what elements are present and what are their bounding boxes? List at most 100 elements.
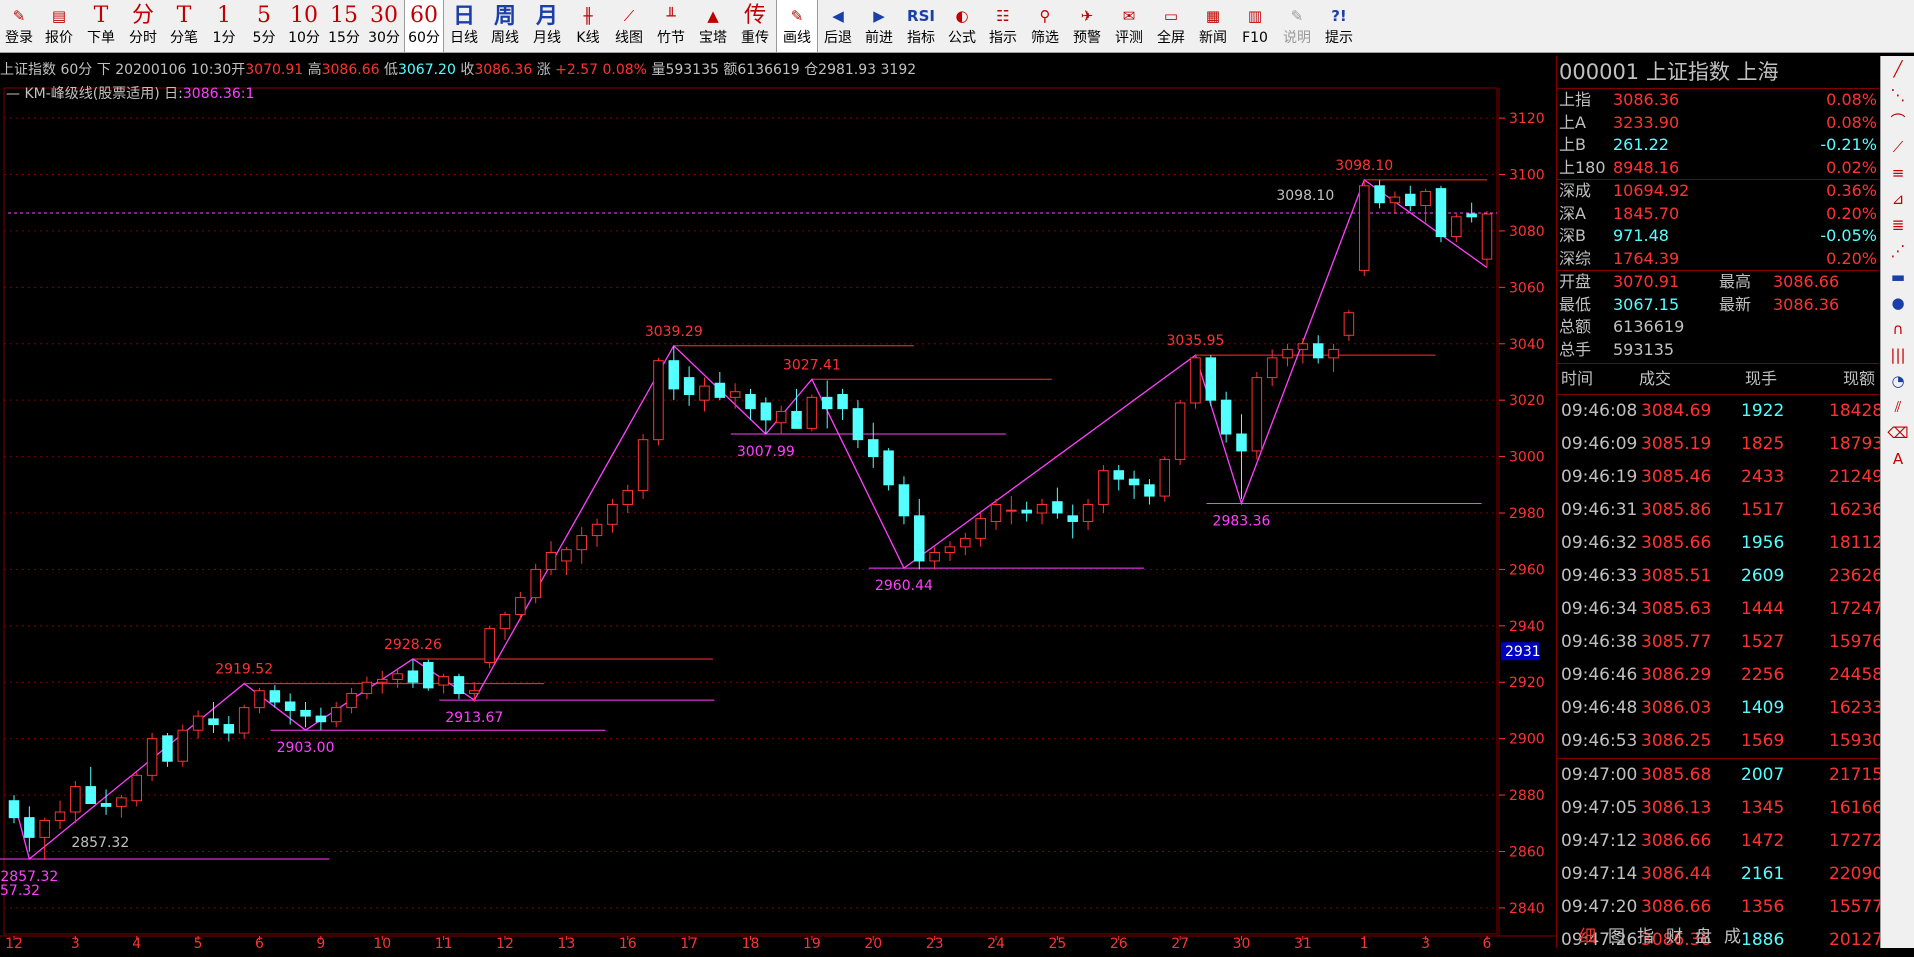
toolbar-line-button[interactable]: ⟋ 线图 [608,0,650,52]
candle-up [929,551,940,562]
trend-tool-icon[interactable]: ⟋ [1881,134,1914,160]
parallel-tool-icon[interactable]: ≡ [1881,160,1914,186]
candle-up [376,678,388,683]
panel-tab[interactable]: 细 [1579,927,1596,947]
tick-amount: 16236 [1829,500,1884,520]
toolbar-month-button[interactable]: 月月线 [526,0,568,52]
eraser-tool-icon[interactable]: ⌫ [1881,420,1914,446]
ray-tool-icon[interactable]: ⋱ [1881,82,1914,108]
toolbar-back-button[interactable]: ◀ 后退 [818,0,858,52]
toolbar-news-button[interactable]: ▦ 新闻 [1192,0,1234,52]
info-amt: 6136619 [737,62,800,78]
toolbar-kline-button[interactable]: ╫ K线 [568,0,608,52]
index-pct: 0.36% [1826,181,1877,200]
rect-tool-icon[interactable]: ▬ [1881,264,1914,290]
toolbar-rate-button[interactable]: ✉ 评测 [1108,0,1150,52]
arc-tool-icon[interactable]: ⌒ [1881,108,1914,134]
toolbar-tower-button[interactable]: ▲ 宝塔 [692,0,734,52]
toolbar-login-button[interactable]: ✎ 登录 [0,0,38,52]
fib-tool-icon[interactable]: ⊿ [1881,186,1914,212]
ticks-header: 时间 成交 现手 现额 [1557,364,1879,395]
panel-tab[interactable]: 图 [1608,927,1625,947]
candle-down [668,360,680,390]
toolbar-30min-button[interactable]: 30 30分 [364,0,404,52]
toolbar-bamboo-button[interactable]: ╨ 竹节 [650,0,692,52]
day-icon: 日 [452,3,475,29]
angle-tool-icon[interactable]: ⫽ [1881,394,1914,420]
panel-tab[interactable]: 成 [1724,927,1741,947]
candle-down [1236,433,1247,452]
toolbar-10min-button[interactable]: 10 10分 [284,0,324,52]
text-tool-icon[interactable]: A [1881,446,1914,472]
hands-label: 总手 [1559,339,1592,359]
toolbar-month-label: 月线 [533,30,561,46]
candle-up [1343,312,1355,336]
circle-tool-icon[interactable]: ● [1881,290,1914,316]
tick-vol: 2433 [1741,467,1785,487]
toolbar-quote-button[interactable]: ▤ 报价 [38,0,80,52]
tick-amount: 21715 [1829,765,1884,785]
toolbar-tick-button[interactable]: T 分笔 [164,0,204,52]
back-icon: ◀ [832,7,844,25]
toolbar-15min-button[interactable]: 15 15分 [324,0,364,52]
toolbar-day-button[interactable]: 日日线 [444,0,484,52]
y-tick-label: 2840 [1509,901,1545,917]
toolbar-reweight-button[interactable]: 传重传 [734,0,776,52]
toolbar-signal-button[interactable]: ☷ 指示 [982,0,1024,52]
toolbar-news-label: 新闻 [1199,30,1227,46]
panel-tab[interactable]: 盘 [1695,927,1712,947]
toolbar-timeshare-button[interactable]: 分分时 [122,0,164,52]
tick-row: 09:46:33 3085.51 2609 23626 [1557,560,1883,593]
candle-down [8,800,20,819]
index-row[interactable]: 深成 10694.92 0.36% [1557,179,1879,203]
candle-up [330,707,342,723]
toolbar-f10-button[interactable]: ▥ F10 [1234,0,1276,52]
tick-price: 3085.68 [1641,765,1712,785]
toolbar-week-button[interactable]: 周周线 [484,0,526,52]
toolbar-draw-button[interactable]: ✎ 画线 [776,0,818,52]
gann-tool-icon[interactable]: ◔ [1881,368,1914,394]
toolbar-1min-button[interactable]: 1 1分 [204,0,244,52]
candle-up [1174,402,1186,460]
toolbar-hint-button[interactable]: ?! 提示 [1318,0,1360,52]
index-row[interactable]: 上A 3233.90 0.08% [1557,112,1879,135]
candle-down [269,690,281,703]
tick-amount: 15930 [1829,731,1884,751]
arc2-tool-icon[interactable]: ∩ [1881,316,1914,342]
cycle-tool-icon[interactable]: ||| [1881,342,1914,368]
tick-row: 09:46:34 3085.63 1444 17247 [1557,593,1883,626]
toolbar-filter-button[interactable]: ⚲ 筛选 [1024,0,1066,52]
kline-chart[interactable]: 2840286028802900292029402960298030003020… [0,86,1555,948]
index-row[interactable]: 深综 1764.39 0.20% [1557,248,1879,271]
peak-label: 3035.95 [1167,333,1225,349]
panel-tab[interactable]: 指 [1637,927,1654,947]
toolbar-fullscreen-button[interactable]: ▭ 全屏 [1150,0,1192,52]
toolbar-quote-label: 报价 [45,30,73,46]
toolbar-help-doc-button[interactable]: ✎ 说明 [1276,0,1318,52]
hint-icon: ?! [1331,7,1347,25]
line-tool-icon[interactable]: ╱ [1881,56,1914,82]
toolbar-60min-button[interactable]: 60 60分 [404,0,444,52]
toolbar-formula-button[interactable]: ◐ 公式 [942,0,982,52]
toolbar-forward-button[interactable]: ▶ 前进 [858,0,900,52]
index-row[interactable]: 深A 1845.70 0.20% [1557,203,1879,226]
candle-up [192,715,204,731]
panel-tab[interactable]: 财 [1666,927,1683,947]
index-row[interactable]: 上B 261.22 -0.21% [1557,134,1879,157]
month-icon: 月 [535,3,558,29]
index-row[interactable]: 深B 971.48 -0.05% [1557,225,1879,248]
tick-vol: 1472 [1741,831,1785,851]
tick-time: 09:46:33 [1561,566,1638,586]
timeshare-icon: 分 [131,3,154,28]
index-row[interactable]: 上180 8948.16 0.02% [1557,157,1879,180]
channel-tool-icon[interactable]: ≣ [1881,212,1914,238]
ticks-list[interactable]: 09:46:08 3084.69 1922 18428 09:46:09 3085.19 1… [1557,395,1883,957]
toolbar-tick-label: 分笔 [170,30,198,46]
toolbar-order-button[interactable]: T 下单 [80,0,122,52]
toolbar-alert-button[interactable]: ✈ 预警 [1066,0,1108,52]
fan-tool-icon[interactable]: ⋰ [1881,238,1914,264]
toolbar-indicator-button[interactable]: RSI 指标 [900,0,942,52]
toolbar-5min-button[interactable]: 5 5分 [244,0,284,52]
index-row[interactable]: 上指 3086.36 0.08% [1557,89,1879,112]
toolbar-5min-label: 5分 [252,30,276,46]
